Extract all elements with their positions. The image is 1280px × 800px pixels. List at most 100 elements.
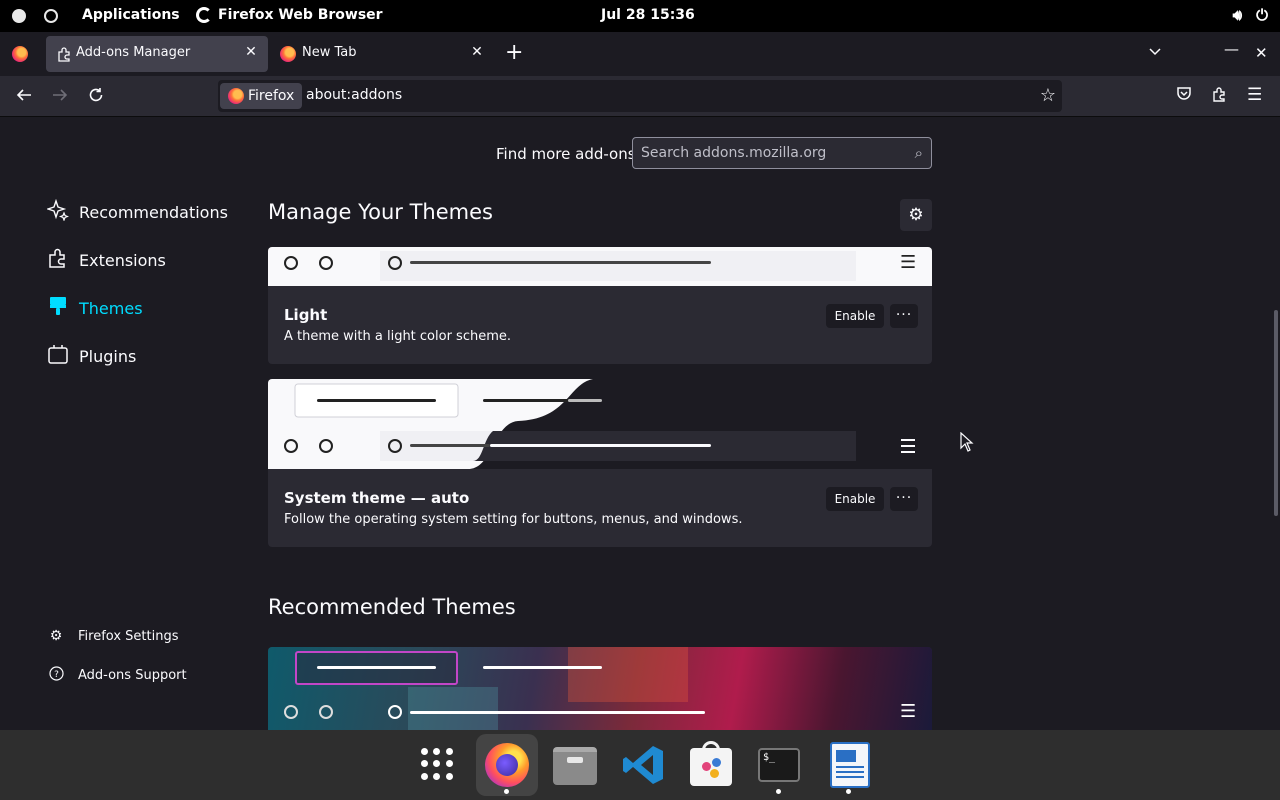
pocket-icon[interactable] <box>1175 85 1193 108</box>
preview-menu-icon: ☰ <box>900 701 917 722</box>
dock-terminal[interactable]: $_ <box>748 734 810 796</box>
software-bag-handle <box>702 741 720 753</box>
reload-icon[interactable] <box>87 86 105 108</box>
running-indicator <box>846 789 851 794</box>
tab-new-tab[interactable]: New Tab ✕ <box>272 36 494 72</box>
tab-label: New Tab <box>302 45 357 60</box>
tab-close-icon[interactable]: ✕ <box>242 44 260 60</box>
theme-description: Follow the operating system setting for … <box>284 512 743 527</box>
search-icon: ⌕ <box>914 144 923 162</box>
document-image-block <box>836 750 856 762</box>
gear-icon: ⚙︎ <box>49 628 63 644</box>
search-input[interactable] <box>641 145 896 161</box>
category-plugins[interactable]: Plugins <box>46 341 136 371</box>
preview-circle <box>319 256 333 270</box>
preview-circle <box>388 705 402 719</box>
help-icon: ? <box>48 666 64 685</box>
recommended-themes-title: Recommended Themes <box>268 595 516 619</box>
bookmark-star-icon[interactable]: ☆ <box>1040 85 1056 106</box>
theme-preview <box>268 379 932 469</box>
firefox-icon <box>196 7 212 23</box>
tab-label: Add-ons Manager <box>76 45 191 60</box>
brush-icon <box>46 295 70 322</box>
hamburger-menu-icon[interactable]: ☰ <box>1247 85 1262 105</box>
navigation-toolbar: Firefox about:addons ☆ ☰ <box>0 76 1280 117</box>
tab-close-icon[interactable]: ✕ <box>468 44 486 60</box>
dock-text-editor[interactable] <box>818 734 880 796</box>
extensions-icon[interactable] <box>1211 85 1229 108</box>
mouse-cursor-icon <box>960 432 974 452</box>
addons-search-box[interactable]: ⌕ <box>632 137 932 169</box>
more-options-button[interactable]: ··· <box>890 487 918 511</box>
preview-line <box>410 711 705 714</box>
back-icon[interactable] <box>15 86 33 108</box>
forward-icon[interactable] <box>51 86 69 108</box>
svg-text:?: ? <box>54 670 59 680</box>
theme-card-system-auto[interactable]: System theme — auto Follow the operating… <box>268 379 932 547</box>
theme-card-body: System theme — auto Follow the operating… <box>268 469 932 547</box>
footer-link-label: Add-ons Support <box>78 668 187 683</box>
tab-strip: Add-ons Manager ✕ New Tab ✕ <box>0 32 1280 76</box>
recommended-theme-card[interactable]: ☰ <box>268 647 932 730</box>
workspace-indicator-icon[interactable] <box>44 9 58 23</box>
document-line <box>836 766 864 768</box>
document-line <box>836 776 864 778</box>
volume-icon[interactable]: 🔊︎ <box>1233 6 1242 24</box>
url-text[interactable]: about:addons <box>306 87 402 103</box>
enable-button[interactable]: Enable <box>826 304 884 328</box>
theme-preview: ☰ <box>268 247 932 286</box>
firefox-icon <box>280 46 296 62</box>
apps-grid-icon <box>421 748 453 780</box>
page-scrollbar[interactable] <box>1274 310 1278 516</box>
dock-files[interactable] <box>544 734 606 796</box>
theme-name: Light <box>284 306 328 324</box>
clock[interactable]: Jul 28 15:36 <box>601 7 695 23</box>
theme-card-light[interactable]: ☰ Light A theme with a light color schem… <box>268 247 932 364</box>
firefox-settings-link[interactable]: ⚙︎ Firefox Settings <box>48 628 179 644</box>
preview-menu-icon: ☰ <box>900 252 917 273</box>
document-line <box>836 771 864 773</box>
firefox-view-icon[interactable] <box>12 46 28 62</box>
category-recommendations[interactable]: Recommendations <box>45 197 228 227</box>
new-tab-button[interactable]: + <box>505 42 523 64</box>
active-app-menu[interactable]: Firefox Web Browser <box>196 7 383 23</box>
dock: $_ <box>0 730 1280 800</box>
tab-addons-manager[interactable]: Add-ons Manager ✕ <box>46 36 268 72</box>
puzzle-icon <box>46 247 70 274</box>
software-dot-blue <box>712 758 721 767</box>
dock-software-center[interactable] <box>680 734 742 796</box>
dock-firefox[interactable] <box>476 734 538 796</box>
software-bag-icon <box>690 748 732 786</box>
preview-line <box>317 666 436 669</box>
dock-vscode[interactable] <box>612 734 674 796</box>
category-label: Plugins <box>79 346 137 366</box>
minimize-icon[interactable]: — <box>1224 40 1239 58</box>
identity-label: Firefox <box>248 88 295 104</box>
footer-link-label: Firefox Settings <box>78 628 179 644</box>
identity-box[interactable]: Firefox <box>220 83 303 109</box>
software-dot-red <box>702 762 711 771</box>
power-icon[interactable]: ⏻ <box>1256 6 1268 24</box>
system-tray[interactable]: 🔊︎ ⏻ <box>1233 6 1268 24</box>
address-bar[interactable]: Firefox about:addons ☆ <box>218 80 1062 112</box>
preview-pattern <box>568 647 688 702</box>
list-all-tabs-icon[interactable] <box>1148 44 1162 62</box>
category-label: Themes <box>79 298 143 318</box>
sparkle-icon <box>45 198 70 226</box>
close-window-icon[interactable]: ✕ <box>1255 44 1268 62</box>
addons-support-link[interactable]: ? Add-ons Support <box>48 666 187 685</box>
workspace-indicator-active-icon[interactable] <box>12 9 26 23</box>
system-top-bar: Applications Firefox Web Browser Jul 28 … <box>0 0 1280 32</box>
tools-gear-button[interactable]: ⚙︎ <box>900 199 932 231</box>
document-icon <box>830 742 870 788</box>
running-indicator <box>776 789 781 794</box>
applications-menu[interactable]: Applications <box>82 7 180 23</box>
more-options-button[interactable]: ··· <box>890 304 918 328</box>
category-themes[interactable]: Themes <box>46 293 143 323</box>
vscode-icon <box>623 746 663 784</box>
category-extensions[interactable]: Extensions <box>46 245 166 275</box>
show-applications-button[interactable] <box>404 734 466 796</box>
category-label: Extensions <box>79 250 166 270</box>
enable-button[interactable]: Enable <box>826 487 884 511</box>
theme-description: A theme with a light color scheme. <box>284 329 512 344</box>
